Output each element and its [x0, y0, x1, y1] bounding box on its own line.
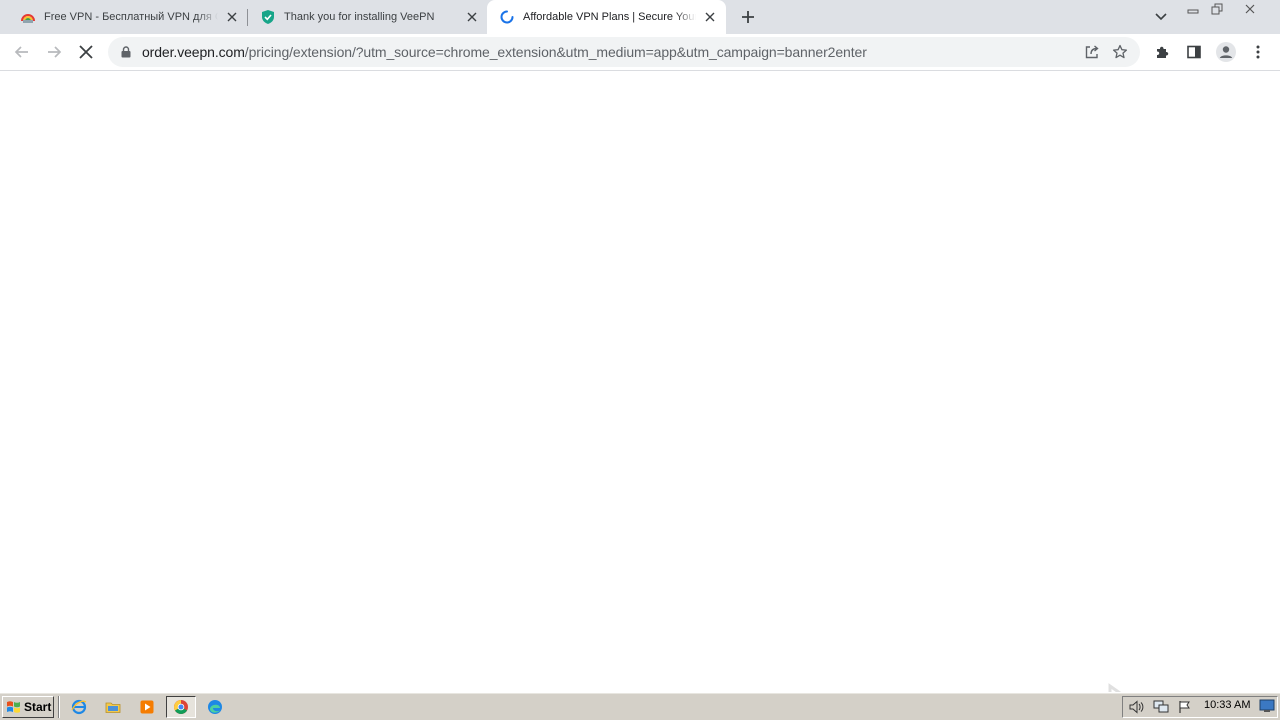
address-bar[interactable]: order.veepn.com/pricing/extension/?utm_s… [108, 37, 1140, 67]
close-icon [79, 45, 93, 59]
action-center-flag-icon[interactable] [1175, 698, 1195, 716]
forward-button[interactable] [38, 36, 70, 68]
puzzle-piece-icon [1157, 46, 1169, 58]
arrow-right-icon [48, 46, 62, 58]
close-icon[interactable] [224, 9, 240, 25]
windows-flag-icon [7, 701, 20, 713]
start-button[interactable]: Start [2, 696, 54, 718]
kebab-menu-icon [1256, 45, 1260, 59]
restore-icon [1211, 3, 1223, 14]
show-desktop-icon[interactable] [1258, 697, 1276, 715]
tab-title: Affordable VPN Plans | Secure Your Onlin… [523, 11, 696, 23]
internet-explorer-icon[interactable] [66, 696, 92, 718]
tab-free-vpn[interactable]: Free VPN - Бесплатный VPN для Chrome [8, 0, 248, 34]
taskbar: Start 10:33 AM [0, 692, 1280, 720]
veepn-shield-icon [260, 9, 276, 25]
restore-button[interactable] [1206, 1, 1228, 16]
close-icon[interactable] [702, 9, 718, 25]
clock[interactable]: 10:33 AM [1204, 699, 1250, 711]
tab-strip: Free VPN - Бесплатный VPN для Chrome Tha… [0, 0, 1280, 34]
chrome-icon[interactable] [166, 696, 196, 718]
chevron-down-icon [1155, 13, 1167, 21]
tab-title: Thank you for installing VeePN [284, 11, 435, 23]
share-icon[interactable] [1078, 38, 1106, 66]
close-window-button[interactable] [1230, 1, 1270, 16]
stop-loading-button[interactable] [70, 36, 102, 68]
media-player-icon[interactable] [134, 696, 160, 718]
volume-icon[interactable] [1127, 698, 1147, 716]
side-panel-button[interactable] [1178, 36, 1210, 68]
minimize-button[interactable] [1182, 1, 1204, 16]
rainbow-icon [20, 9, 36, 25]
plus-icon [742, 11, 754, 23]
close-icon[interactable] [464, 9, 480, 25]
tab-search-button[interactable] [1150, 6, 1172, 28]
url-host: order.veepn.com [142, 44, 245, 60]
tab-title: Free VPN - Бесплатный VPN для Chrome [44, 11, 218, 23]
page-content: ANY RUN [0, 72, 1280, 720]
screen: Free VPN - Бесплатный VPN для Chrome Tha… [0, 0, 1280, 720]
edge-icon[interactable] [202, 696, 228, 718]
extensions-button[interactable] [1146, 36, 1178, 68]
lock-icon[interactable] [118, 44, 134, 60]
star-bookmark-icon[interactable] [1106, 38, 1134, 66]
profile-button[interactable] [1210, 36, 1242, 68]
url-text[interactable]: order.veepn.com/pricing/extension/?utm_s… [142, 44, 1078, 60]
arrow-left-icon [14, 46, 28, 58]
close-icon [1245, 4, 1255, 13]
minimize-icon [1187, 9, 1199, 13]
tab-thank-you-veepn[interactable]: Thank you for installing VeePN [248, 0, 488, 34]
tab-affordable-vpn-plans[interactable]: Affordable VPN Plans | Secure Your Onlin… [487, 0, 726, 34]
url-path: /pricing/extension/?utm_source=chrome_ex… [244, 44, 867, 60]
menu-button[interactable] [1242, 36, 1274, 68]
network-icon[interactable] [1151, 698, 1171, 716]
browser-toolbar: order.veepn.com/pricing/extension/?utm_s… [0, 34, 1280, 71]
taskbar-divider [58, 696, 60, 718]
new-tab-button[interactable] [736, 5, 760, 29]
system-tray [1122, 696, 1278, 718]
loading-spinner-icon [499, 9, 515, 25]
back-button[interactable] [6, 36, 38, 68]
folder-icon[interactable] [100, 696, 126, 718]
window-controls [1182, 1, 1270, 16]
start-label: Start [24, 700, 52, 714]
avatar-icon [1216, 42, 1236, 62]
side-panel-icon [1187, 45, 1201, 59]
